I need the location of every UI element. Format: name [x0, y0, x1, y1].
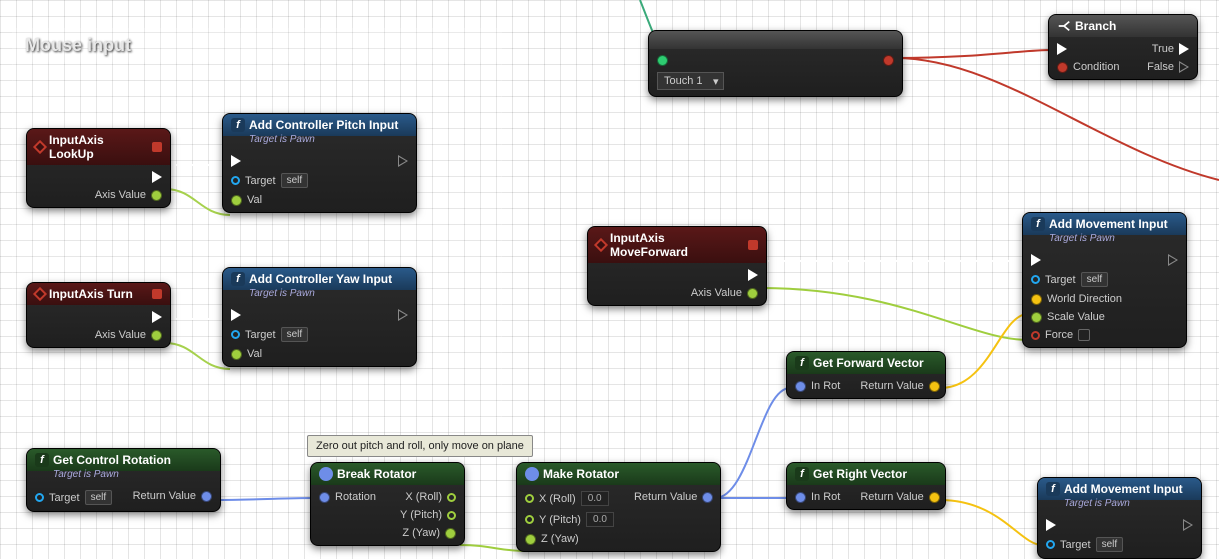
node-add-movement-1[interactable]: f Add Movement Input Target is Pawn Targ…	[1022, 212, 1187, 348]
function-icon: f	[795, 467, 809, 481]
zyaw-pin[interactable]: Z (Yaw)	[525, 533, 614, 545]
exec-out-pin[interactable]	[398, 309, 408, 321]
event-icon	[594, 238, 608, 252]
function-icon: f	[795, 356, 809, 370]
node-title: Branch	[1075, 19, 1116, 33]
event-icon	[33, 140, 47, 154]
target-pin[interactable]: Targetself	[231, 173, 308, 188]
exec-in-pin[interactable]	[231, 155, 308, 167]
ypitch-pin[interactable]: Y (Pitch)	[400, 509, 456, 521]
node-subtitle: Target is Pawn	[223, 288, 416, 303]
node-subtitle: Target is Pawn	[1023, 233, 1186, 248]
exec-out-pin[interactable]	[748, 269, 758, 281]
function-icon: f	[1046, 482, 1060, 496]
node-title: Add Movement Input	[1064, 482, 1183, 496]
return-pin[interactable]: Return Value	[634, 491, 713, 503]
return-pin[interactable]: Return Value	[860, 380, 939, 392]
node-title: Make Rotator	[543, 467, 619, 481]
node-add-pitch[interactable]: f Add Controller Pitch Input Target is P…	[222, 113, 417, 213]
event-icon	[33, 287, 47, 301]
node-title: InputAxis Turn	[49, 287, 133, 301]
branch-icon	[1057, 19, 1071, 33]
return-pin[interactable]: Return Value	[133, 490, 212, 502]
node-add-movement-2[interactable]: f Add Movement Input Target is Pawn Targ…	[1037, 477, 1202, 559]
val-pin[interactable]: Val	[231, 348, 308, 360]
node-break-rotator[interactable]: Break Rotator Rotation X (Roll) Y (Pitch…	[310, 462, 465, 546]
stop-icon	[748, 240, 758, 250]
function-icon: f	[35, 453, 49, 467]
comment-title: Mouse input	[13, 29, 501, 62]
exec-in-pin[interactable]	[231, 309, 308, 321]
node-make-rotator[interactable]: Make Rotator X (Roll)0.0 Y (Pitch)0.0 Z …	[516, 462, 721, 552]
function-icon: f	[1031, 217, 1045, 231]
node-add-yaw[interactable]: f Add Controller Yaw Input Target is Paw…	[222, 267, 417, 367]
val-pin[interactable]: Val	[231, 194, 308, 206]
axis-value-pin[interactable]: Axis Value	[95, 329, 162, 341]
node-title: Get Forward Vector	[813, 356, 924, 370]
inrot-pin[interactable]: In Rot	[795, 380, 840, 392]
node-get-forward-vector[interactable]: f Get Forward Vector In Rot Return Value	[786, 351, 946, 399]
return-pin[interactable]: Return Value	[860, 491, 939, 503]
node-title: InputAxis LookUp	[49, 133, 148, 161]
node-title: Break Rotator	[337, 467, 416, 481]
tooltip: Zero out pitch and roll, only move on pl…	[307, 435, 533, 457]
node-get-right-vector[interactable]: f Get Right Vector In Rot Return Value	[786, 462, 946, 510]
make-icon	[525, 467, 539, 481]
node-title: Get Control Rotation	[53, 453, 171, 467]
node-touch[interactable]: Touch 1	[648, 30, 903, 97]
force-pin[interactable]: Force	[1031, 329, 1122, 341]
node-branch[interactable]: Branch Condition True False	[1048, 14, 1198, 80]
node-title: Get Right Vector	[813, 467, 907, 481]
node-title: InputAxis MoveForward	[610, 231, 744, 259]
exec-out-pin[interactable]	[152, 171, 162, 183]
inrot-pin[interactable]: In Rot	[795, 491, 840, 503]
node-title: Add Controller Yaw Input	[249, 272, 392, 286]
exec-in-pin[interactable]	[1046, 519, 1123, 531]
stop-icon	[152, 142, 162, 152]
worlddir-pin[interactable]: World Direction	[1031, 293, 1122, 305]
force-checkbox[interactable]	[1078, 329, 1090, 341]
axis-value-pin[interactable]: Axis Value	[95, 189, 162, 201]
scale-pin[interactable]: Scale Value	[1031, 311, 1122, 323]
true-pin[interactable]: True	[1152, 43, 1189, 55]
stop-icon	[152, 289, 162, 299]
node-subtitle: Target is Pawn	[223, 134, 416, 149]
exec-out-pin[interactable]	[152, 311, 162, 323]
exec-in-pin[interactable]	[657, 55, 724, 66]
zyaw-pin[interactable]: Z (Yaw)	[402, 527, 456, 539]
axis-value-pin[interactable]: Axis Value	[691, 287, 758, 299]
target-pin[interactable]: Targetself	[231, 327, 308, 342]
node-subtitle: Target is Pawn	[1038, 498, 1201, 513]
node-inputaxis-moveforward[interactable]: InputAxis MoveForward Axis Value	[587, 226, 767, 306]
target-pin[interactable]: Targetself	[35, 490, 112, 505]
node-title: Add Controller Pitch Input	[249, 118, 398, 132]
target-pin[interactable]: Targetself	[1046, 537, 1123, 552]
xroll-pin[interactable]: X (Roll)	[405, 491, 456, 503]
exec-out-pin[interactable]	[398, 155, 408, 167]
node-get-control-rotation[interactable]: f Get Control Rotation Target is Pawn Ta…	[26, 448, 221, 512]
target-pin[interactable]: Targetself	[1031, 272, 1122, 287]
false-pin[interactable]: False	[1147, 61, 1189, 73]
node-subtitle: Target is Pawn	[27, 469, 220, 484]
exec-out-pin[interactable]	[1183, 519, 1193, 531]
touch-dropdown[interactable]: Touch 1	[657, 72, 724, 90]
rotation-pin[interactable]: Rotation	[319, 491, 376, 503]
node-inputaxis-lookup[interactable]: InputAxis LookUp Axis Value	[26, 128, 171, 208]
break-icon	[319, 467, 333, 481]
function-icon: f	[231, 118, 245, 132]
ypitch-pin[interactable]: Y (Pitch)0.0	[525, 512, 614, 527]
node-inputaxis-turn[interactable]: InputAxis Turn Axis Value	[26, 282, 171, 348]
function-icon: f	[231, 272, 245, 286]
condition-pin[interactable]: Condition	[1057, 61, 1119, 73]
out-pin[interactable]	[883, 55, 894, 66]
xroll-pin[interactable]: X (Roll)0.0	[525, 491, 614, 506]
exec-out-pin[interactable]	[1168, 254, 1178, 266]
exec-in-pin[interactable]	[1057, 43, 1119, 55]
exec-in-pin[interactable]	[1031, 254, 1122, 266]
node-title: Add Movement Input	[1049, 217, 1168, 231]
